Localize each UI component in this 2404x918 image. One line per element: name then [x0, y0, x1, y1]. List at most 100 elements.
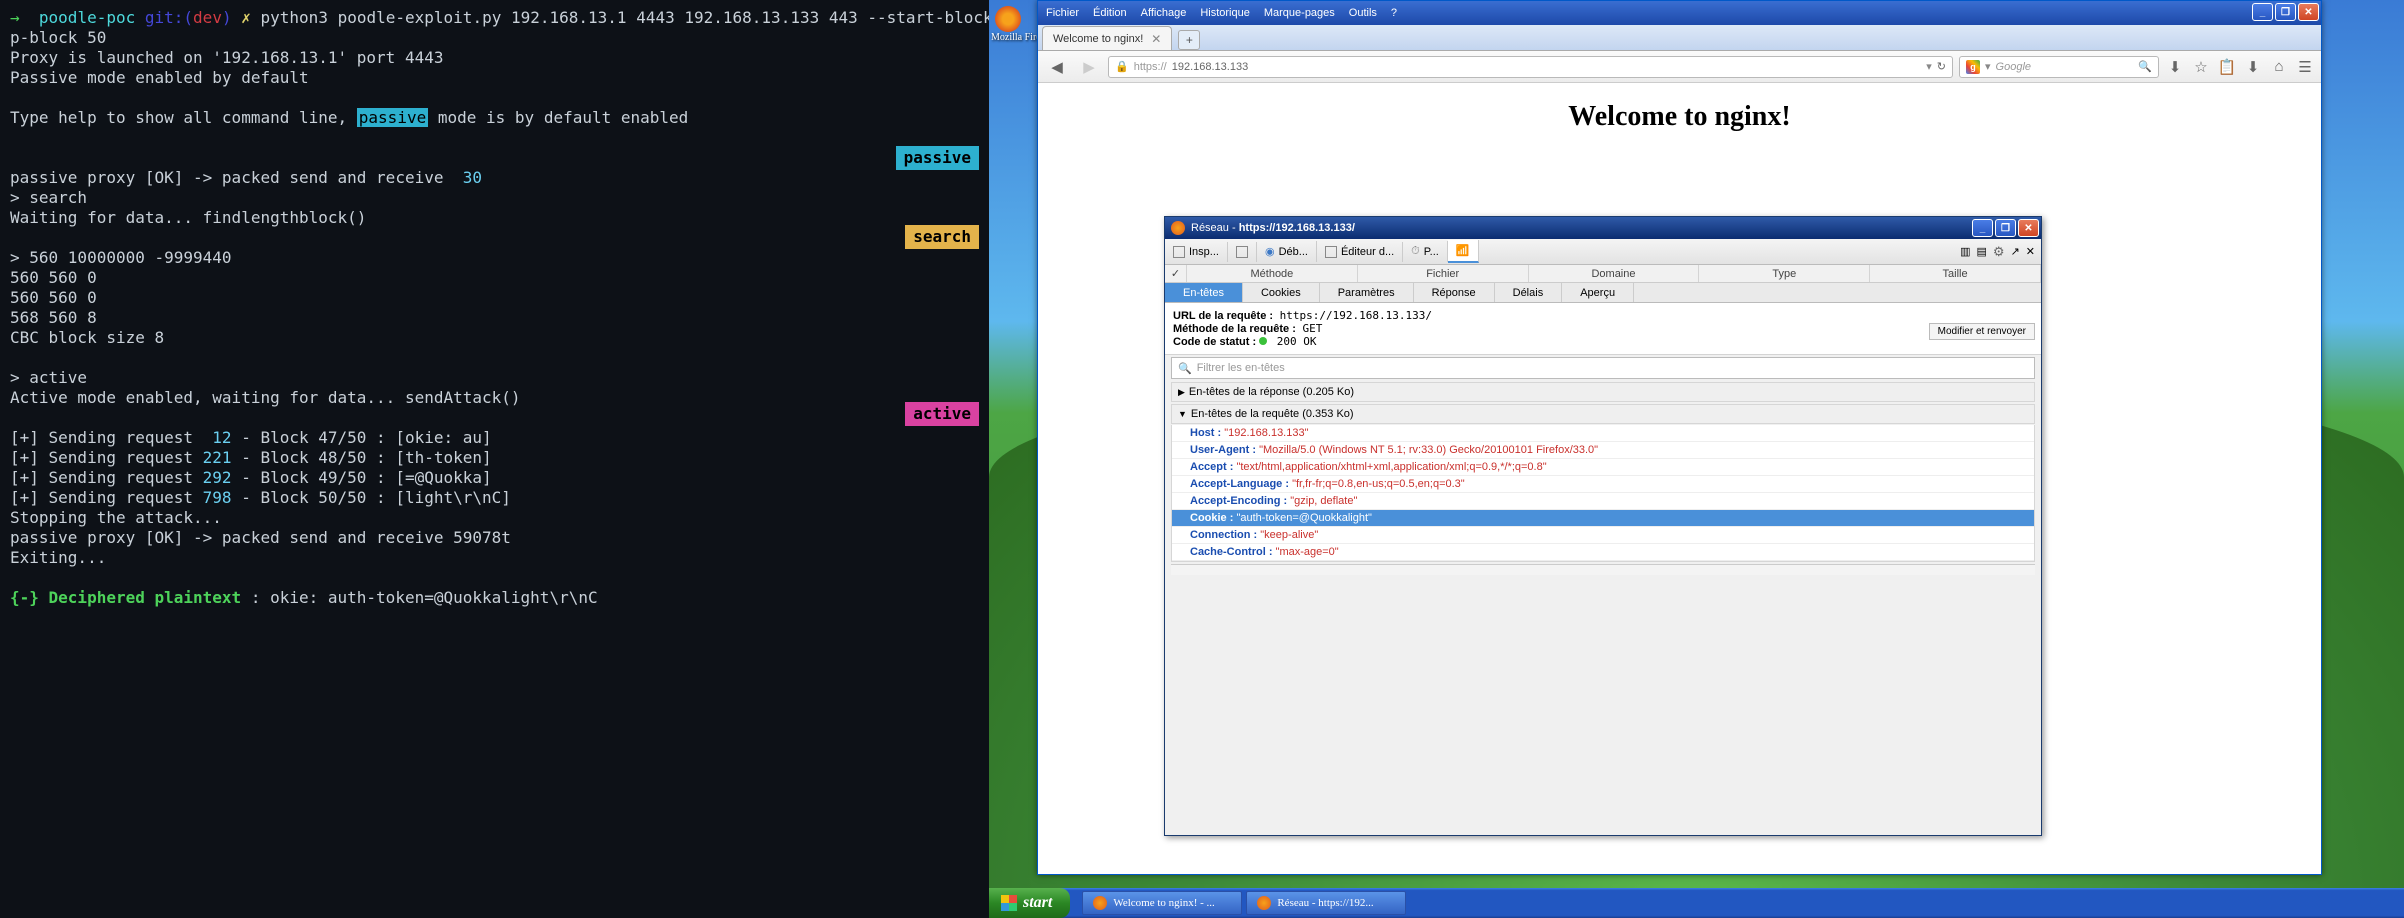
subtab-timings[interactable]: Délais [1495, 283, 1563, 302]
new-tab-button[interactable]: + [1178, 30, 1200, 50]
detail-subtabs: En-têtes Cookies Paramètres Réponse Déla… [1165, 283, 2041, 303]
scroll-hint [1171, 564, 2035, 575]
hamburger-icon[interactable]: ☰ [2295, 58, 2315, 76]
menu-bookmarks[interactable]: Marque-pages [1264, 7, 1335, 19]
dt-tab-console[interactable] [1228, 242, 1257, 262]
maximize-button[interactable]: ❐ [2275, 3, 2296, 21]
badge-passive: passive [896, 146, 979, 170]
windows-logo-icon [1001, 895, 1017, 911]
header-name: User-Agent : [1190, 444, 1256, 456]
minimize-button[interactable]: _ [2252, 3, 2273, 21]
header-row[interactable]: Connection : "keep-alive" [1172, 527, 2034, 544]
inspector-icon [1173, 246, 1185, 258]
menu-view[interactable]: Affichage [1141, 7, 1187, 19]
lock-icon: 🔒 [1115, 60, 1129, 73]
downloads-icon[interactable]: ⬇ [2165, 58, 2185, 76]
col-domain[interactable]: Domaine [1529, 265, 1700, 282]
header-value: "192.168.13.133" [1221, 427, 1308, 439]
request-method: GET [1296, 322, 1323, 335]
devtools-titlebar[interactable]: Réseau - https://192.168.13.133/ _ ❐ ✕ [1165, 217, 2041, 239]
downloads-arrow-icon[interactable]: ⬇ [2243, 58, 2263, 76]
reload-icon[interactable]: ↻ [1937, 60, 1946, 73]
command-line: python3 poodle-exploit.py 192.168.13.1 4… [261, 8, 1080, 27]
menu-help[interactable]: ? [1391, 7, 1397, 19]
col-method[interactable]: Méthode [1187, 265, 1358, 282]
subtab-response[interactable]: Réponse [1414, 283, 1495, 302]
menubar: Fichier Édition Affichage Historique Mar… [1038, 1, 2321, 25]
dt-close-button[interactable]: ✕ [2018, 219, 2039, 237]
dt-tab-inspector[interactable]: Insp... [1165, 242, 1228, 262]
forward-button[interactable]: ▶ [1076, 56, 1102, 78]
header-row[interactable]: User-Agent : "Mozilla/5.0 (Windows NT 5.… [1172, 442, 2034, 459]
subtab-params[interactable]: Paramètres [1320, 283, 1414, 302]
clipboard-icon[interactable]: 📋 [2217, 58, 2237, 76]
dt-minimize-button[interactable]: _ [1972, 219, 1993, 237]
taskbar-item-firefox[interactable]: Welcome to nginx! - ... [1082, 891, 1242, 915]
subtab-preview[interactable]: Aperçu [1562, 283, 1634, 302]
tab-title: Welcome to nginx! [1053, 33, 1143, 45]
header-row[interactable]: Accept : "text/html,application/xhtml+xm… [1172, 459, 2034, 476]
close-button[interactable]: ✕ [2298, 3, 2319, 21]
menu-edit[interactable]: Édition [1093, 7, 1127, 19]
start-button[interactable]: start [989, 888, 1070, 918]
header-name: Host : [1190, 427, 1221, 439]
header-name: Accept-Language : [1190, 478, 1289, 490]
dropdown-icon[interactable]: ▾ [1926, 60, 1932, 73]
header-row[interactable]: Cookie : "auth-token=@Quokkalight" [1172, 510, 2034, 527]
filter-search-icon: 🔍 [1178, 362, 1192, 375]
prompt-git: git:( [145, 8, 193, 27]
prompt-repo: poodle-poc [39, 8, 135, 27]
menu-history[interactable]: Historique [1200, 7, 1250, 19]
header-row[interactable]: Accept-Language : "fr,fr-fr;q=0.8,en-us;… [1172, 476, 2034, 493]
dt-tab-perf[interactable]: ⏱P... [1403, 241, 1448, 262]
header-value: "gzip, deflate" [1287, 495, 1357, 507]
gear-icon[interactable]: ⚙ [1993, 244, 2005, 260]
col-size[interactable]: Taille [1870, 265, 2041, 282]
col-type[interactable]: Type [1699, 265, 1870, 282]
back-button[interactable]: ◀ [1044, 56, 1070, 78]
header-row[interactable]: Host : "192.168.13.133" [1172, 425, 2034, 442]
request-headers-section[interactable]: ▼En-têtes de la requête (0.353 Ko) [1171, 404, 2035, 424]
menu-tools[interactable]: Outils [1349, 7, 1377, 19]
deciphered-label: {-} Deciphered plaintext [10, 588, 241, 607]
dt-tab-network[interactable]: 📶 [1448, 240, 1479, 263]
response-headers-section[interactable]: ▶En-têtes de la réponse (0.205 Ko) [1171, 382, 2035, 402]
dt-tab-debugger[interactable]: ◉Déb... [1257, 241, 1317, 262]
dt-split-icon[interactable]: ▥ [1960, 245, 1970, 258]
header-name: Connection : [1190, 529, 1257, 541]
header-value: "text/html,application/xhtml+xml,applica… [1233, 461, 1546, 473]
terminal-pane[interactable]: → poodle-poc git:(dev) ✗ python3 poodle-… [0, 0, 989, 918]
windows-desktop[interactable]: Mozilla Firefo Fichier Édition Affichage… [989, 0, 2404, 918]
address-field[interactable]: 🔒 https://192.168.13.133 ▾ ↻ [1108, 56, 1953, 78]
prompt-arrow: → [10, 8, 20, 27]
col-check[interactable]: ✓ [1165, 265, 1187, 282]
header-filter-input[interactable]: 🔍Filtrer les en-têtes [1171, 357, 2035, 379]
tab-close-icon[interactable]: ✕ [1151, 32, 1161, 46]
browser-tab[interactable]: Welcome to nginx! ✕ [1042, 26, 1172, 50]
subtab-headers[interactable]: En-têtes [1165, 283, 1243, 302]
dt-dock-icon[interactable]: ▤ [1977, 245, 1987, 258]
dt-popout-icon[interactable]: ↗ [2011, 245, 2020, 258]
header-row[interactable]: Accept-Encoding : "gzip, deflate" [1172, 493, 2034, 510]
home-icon[interactable]: ⌂ [2269, 58, 2289, 75]
subtab-cookies[interactable]: Cookies [1243, 283, 1320, 302]
menu-file[interactable]: Fichier [1046, 7, 1079, 19]
firefox-desktop-icon[interactable] [995, 6, 1021, 32]
header-value: "auth-token=@Quokkalight" [1233, 512, 1372, 524]
search-icon[interactable]: 🔍 [2138, 60, 2152, 73]
header-value: "keep-alive" [1257, 529, 1318, 541]
dt-tab-editor[interactable]: Éditeur d... [1317, 242, 1403, 262]
dt-maximize-button[interactable]: ❐ [1995, 219, 2016, 237]
devtools-window: Réseau - https://192.168.13.133/ _ ❐ ✕ I… [1164, 216, 2042, 836]
search-field[interactable]: g ▾ Google 🔍 [1959, 56, 2159, 78]
status-code: 200 OK [1270, 335, 1316, 348]
header-value: "fr,fr-fr;q=0.8,en-us;q=0.5,en;q=0.3" [1289, 478, 1465, 490]
modify-resend-button[interactable]: Modifier et renvoyer [1929, 323, 2035, 340]
firefox-icon [1257, 896, 1271, 910]
input-active: > active [10, 368, 87, 387]
header-row[interactable]: Cache-Control : "max-age=0" [1172, 544, 2034, 561]
bookmark-icon[interactable]: ☆ [2191, 58, 2211, 76]
taskbar-item-devtools[interactable]: Réseau - https://192... [1246, 891, 1406, 915]
col-file[interactable]: Fichier [1358, 265, 1529, 282]
dt-close-icon[interactable]: ✕ [2026, 245, 2035, 258]
